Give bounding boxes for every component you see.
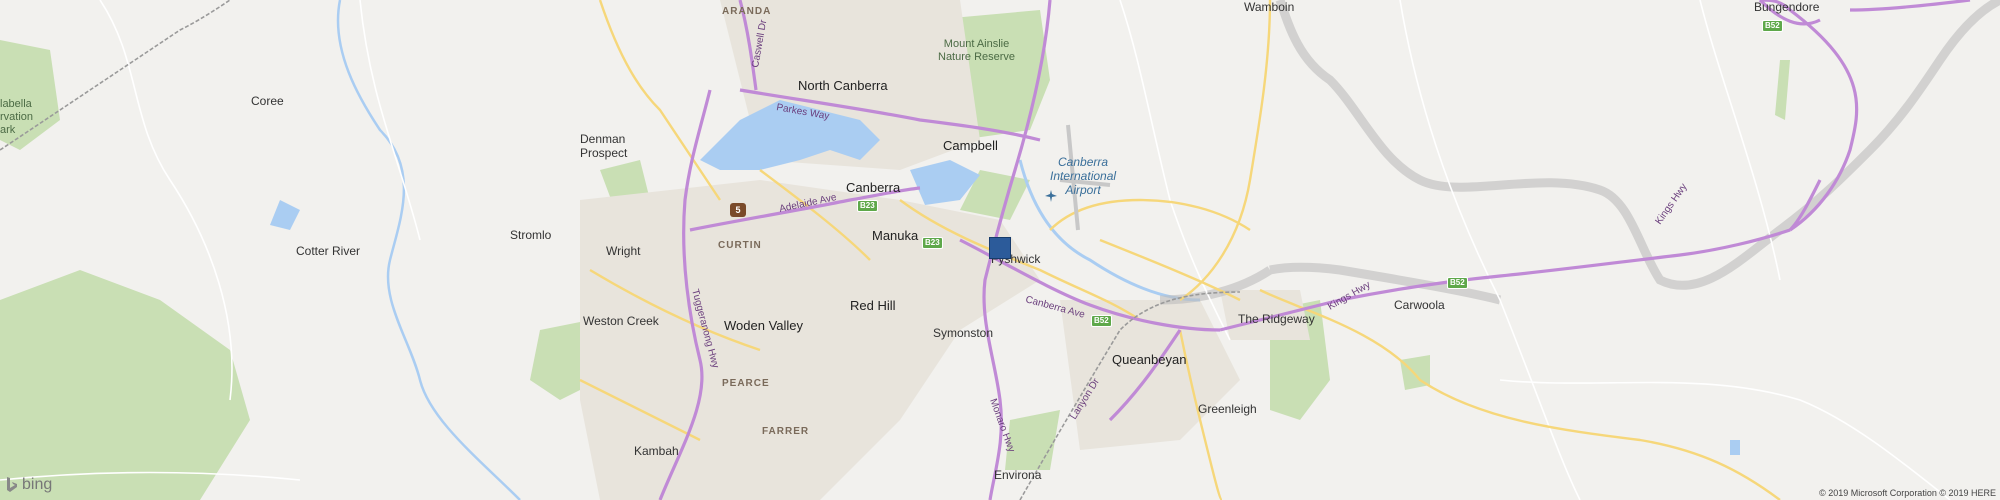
place-label-line: Nature Reserve bbox=[938, 51, 1016, 63]
bing-wordmark: bing bbox=[22, 476, 53, 493]
place-label-campbell: Campbell bbox=[943, 138, 998, 153]
place-label-mulligans-flat: labella rvation ark bbox=[0, 98, 33, 137]
place-label-environa: Environa bbox=[994, 468, 1042, 482]
place-label-kambah: Kambah bbox=[634, 444, 679, 458]
place-label-woden-valley: Woden Valley bbox=[724, 318, 804, 333]
map-canvas[interactable]: Parkes Way Adelaide Ave Caswell Dr Tugge… bbox=[0, 0, 2000, 500]
route-shield-b52: B52 bbox=[1091, 315, 1112, 327]
place-label-line: ark bbox=[0, 124, 16, 136]
place-label-greenleigh: Greenleigh bbox=[1198, 402, 1257, 416]
place-label-line: International bbox=[1050, 169, 1117, 183]
place-label-line: labella bbox=[0, 98, 32, 110]
route-shield-b23: B23 bbox=[922, 237, 943, 249]
route-shield-5: 5 bbox=[730, 203, 746, 217]
place-label-stromlo: Stromlo bbox=[510, 228, 552, 242]
place-label-cotter-river: Cotter River bbox=[296, 244, 361, 258]
bing-icon bbox=[7, 477, 17, 492]
road-label-kings-hwy-2: Kings Hwy bbox=[1653, 182, 1689, 227]
place-label-manuka: Manuka bbox=[872, 228, 919, 243]
place-label-curtin: CURTIN bbox=[718, 240, 762, 251]
place-label-line: Denman bbox=[580, 132, 626, 146]
place-label-coree: Coree bbox=[251, 94, 284, 108]
place-label-line: Canberra bbox=[1058, 155, 1109, 169]
place-label-canberra-airport: Canberra International Airport bbox=[1050, 155, 1116, 197]
place-label-pearce: PEARCE bbox=[722, 378, 770, 389]
airplane-icon bbox=[1045, 190, 1057, 202]
place-label-aranda: ARANDA bbox=[722, 6, 772, 17]
murrumbidgee-river bbox=[336, 0, 521, 500]
place-label-carwoola: Carwoola bbox=[1394, 298, 1445, 312]
place-label-line: Airport bbox=[1065, 183, 1101, 197]
location-pushpin[interactable] bbox=[989, 237, 1011, 259]
place-label-bungendore: Bungendore bbox=[1754, 0, 1820, 14]
place-label-denman-prospect: Denman Prospect bbox=[580, 132, 627, 160]
place-label-canberra: Canberra bbox=[846, 180, 901, 195]
route-shield-b52: B52 bbox=[1447, 277, 1468, 289]
place-label-queanbeyan: Queanbeyan bbox=[1112, 352, 1187, 367]
place-label-north-canberra: North Canberra bbox=[798, 78, 888, 93]
state-border bbox=[1159, 0, 2000, 305]
place-label-the-ridgeway: The Ridgeway bbox=[1238, 312, 1315, 326]
place-label-line: rvation bbox=[0, 111, 34, 123]
route-shield-b52: B52 bbox=[1762, 20, 1783, 32]
bing-logo[interactable]: bing bbox=[6, 476, 52, 494]
place-label-line: Prospect bbox=[580, 146, 628, 160]
map-copyright[interactable]: © 2019 Microsoft Corporation © 2019 HERE bbox=[1819, 488, 1996, 498]
place-label-farrer: FARRER bbox=[762, 426, 810, 437]
place-label-line: Mount Ainslie bbox=[943, 38, 1010, 50]
place-label-wright: Wright bbox=[606, 244, 641, 258]
place-label-mount-ainslie: Mount Ainslie Nature Reserve bbox=[938, 38, 1015, 64]
place-label-symonston: Symonston bbox=[933, 326, 994, 340]
route-shield-b23: B23 bbox=[857, 200, 878, 212]
place-label-weston-creek: Weston Creek bbox=[583, 314, 659, 328]
place-label-red-hill: Red Hill bbox=[850, 298, 896, 313]
place-label-wamboin: Wamboin bbox=[1244, 0, 1295, 14]
